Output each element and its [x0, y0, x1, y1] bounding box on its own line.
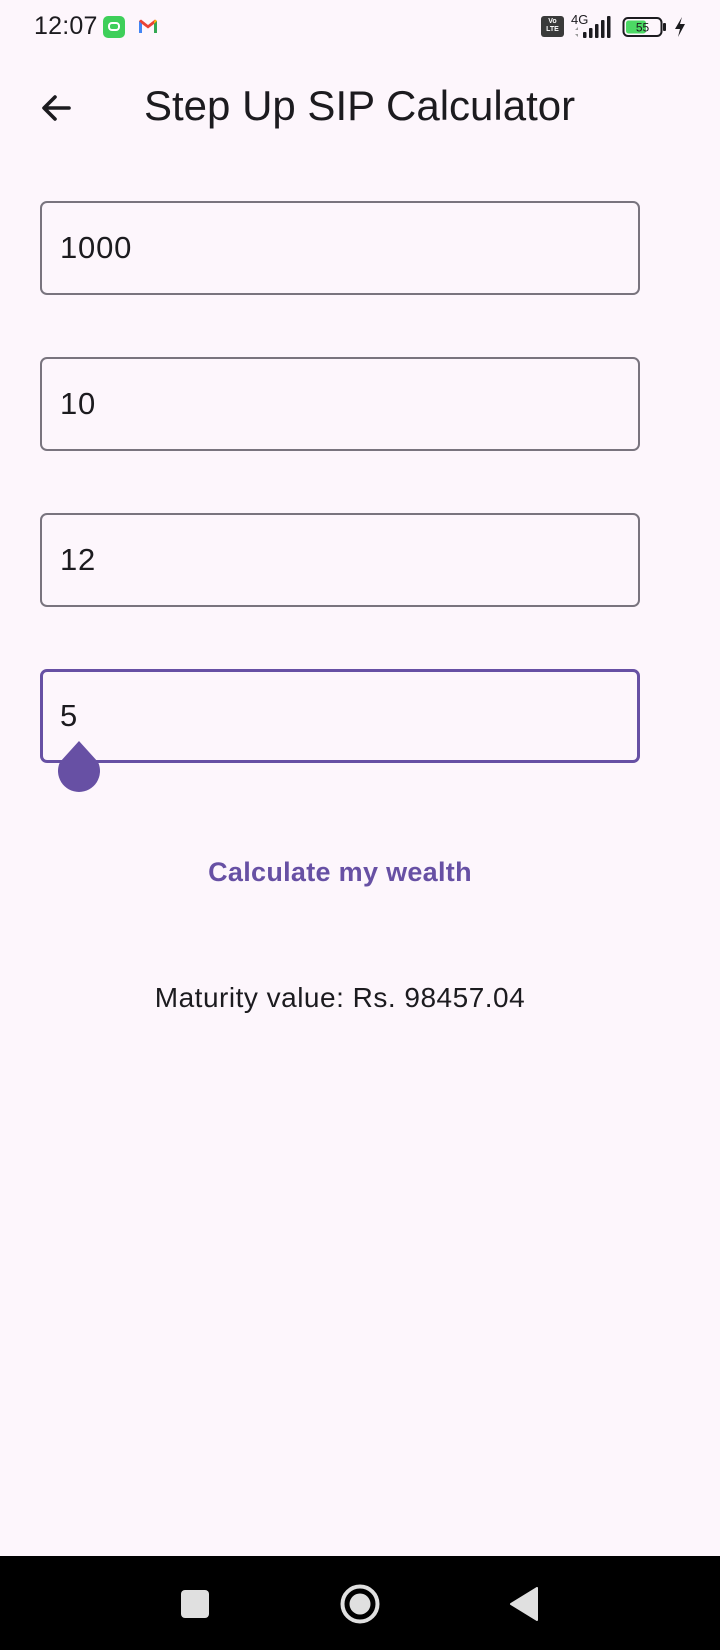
signal-icon	[575, 16, 611, 38]
home-icon	[340, 1584, 380, 1624]
back-button[interactable]	[26, 78, 86, 138]
recents-icon	[181, 1590, 209, 1618]
gmail-icon	[139, 19, 157, 33]
page-title: Step Up SIP Calculator	[144, 82, 576, 129]
back-icon	[510, 1587, 538, 1621]
home-button[interactable]	[332, 1576, 388, 1632]
app-notification-icon	[103, 16, 125, 38]
battery-icon: 55	[622, 17, 666, 37]
step-up-percentage-field[interactable]	[40, 357, 640, 451]
battery-level: 55	[636, 21, 650, 35]
text-cursor-handle[interactable]	[57, 740, 101, 793]
calculate-button[interactable]: Calculate my wealth	[180, 840, 500, 904]
expected-return-field[interactable]	[40, 513, 640, 607]
volte-bottom-label: LTE	[546, 26, 559, 33]
system-nav-bar	[0, 1556, 720, 1650]
time-period-input[interactable]	[60, 672, 620, 760]
arrow-left-icon	[42, 95, 71, 121]
monthly-investment-input[interactable]	[60, 203, 620, 293]
time-period-field[interactable]	[40, 669, 640, 763]
expected-return-input[interactable]	[60, 515, 620, 605]
maturity-value-text: Maturity value: Rs. 98457.04	[154, 982, 526, 1013]
charging-bolt-icon	[675, 17, 685, 37]
step-up-percentage-input[interactable]	[60, 359, 620, 449]
system-back-button[interactable]	[496, 1576, 552, 1632]
volte-top-label: Vo	[548, 18, 557, 25]
status-time: 12:07	[34, 12, 98, 40]
volte-icon: Vo LTE	[541, 16, 564, 37]
status-bar: 12:07 Vo LTE 4G 55	[0, 0, 720, 54]
recents-button[interactable]	[167, 1576, 223, 1632]
app-bar: Step Up SIP Calculator	[0, 54, 720, 156]
monthly-investment-field[interactable]	[40, 201, 640, 295]
